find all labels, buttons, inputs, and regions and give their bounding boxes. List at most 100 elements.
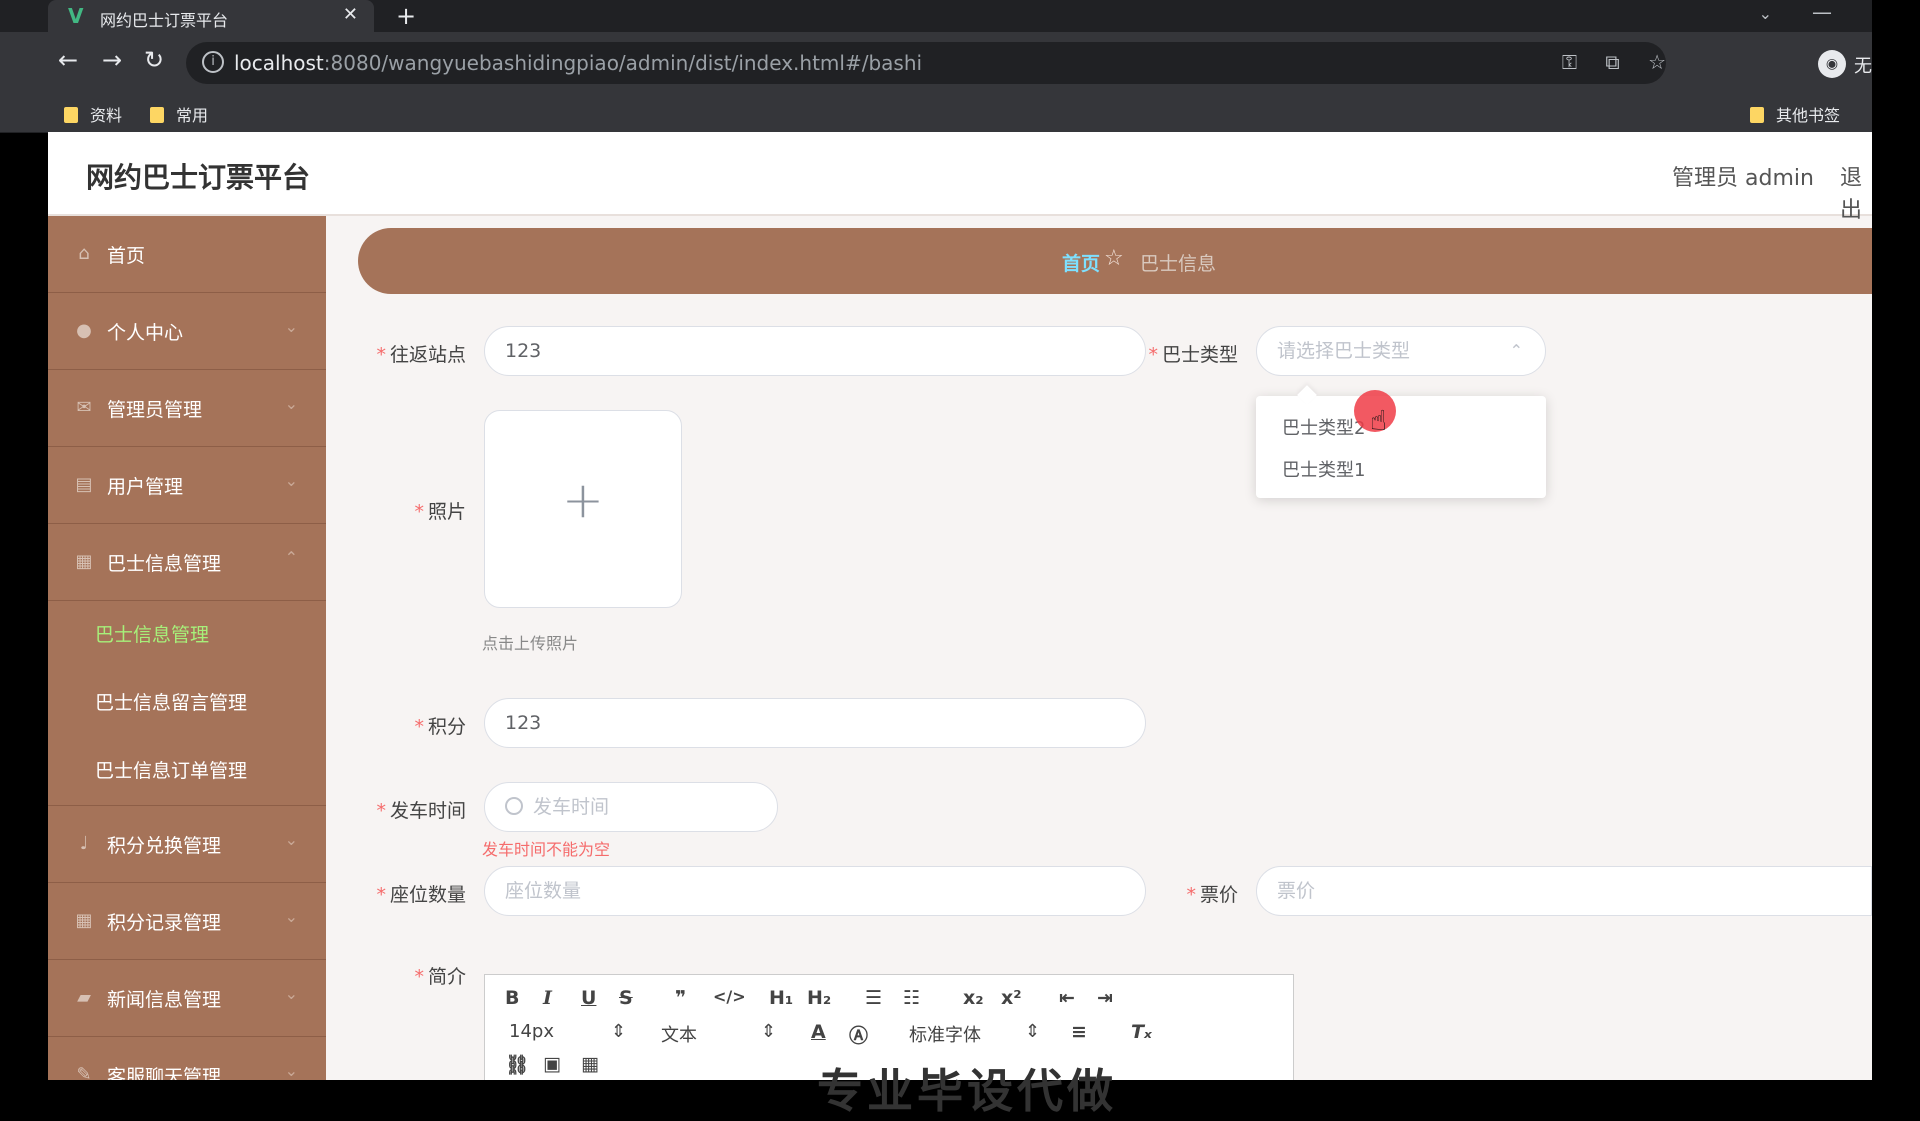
depart-time-label: * 发车时间 — [376, 800, 466, 822]
superscript-icon[interactable]: x² — [1001, 987, 1022, 1009]
submenu-item-bus-info[interactable]: 巴士信息管理 — [48, 601, 326, 669]
submenu-item-bus-orders[interactable]: 巴士信息订单管理 — [48, 737, 326, 805]
sidebar-item-bus-info[interactable]: ▦ 巴士信息管理 ⌃ — [48, 524, 326, 601]
back-icon[interactable]: ← — [58, 46, 78, 74]
video-icon[interactable]: ▦ — [581, 1053, 599, 1075]
bookmark-folder[interactable]: 常用 — [150, 102, 208, 126]
user-icon: ● — [76, 320, 92, 341]
heading2-icon[interactable]: H₂ — [807, 987, 831, 1009]
chevron-up-icon: ⌃ — [284, 548, 298, 567]
price-input[interactable]: 票价 — [1256, 866, 1872, 916]
upload-tip: 点击上传照片 — [482, 634, 579, 653]
bus-type-option[interactable]: 巴士类型1 — [1282, 456, 1365, 482]
new-tab-icon[interactable]: + — [396, 2, 416, 30]
station-input[interactable]: 123 — [484, 326, 1146, 376]
points-input[interactable]: 123 — [484, 698, 1146, 748]
underline-icon[interactable]: U — [581, 987, 596, 1009]
tab-search-chevron-icon[interactable]: ⌄ — [1759, 4, 1772, 23]
vue-logo-icon: V — [68, 4, 84, 28]
station-label: * 往返站点 — [376, 344, 466, 366]
sidebar-item-chat[interactable]: ✎ 客服聊天管理 ⌄ — [48, 1037, 326, 1080]
site-info-icon[interactable]: i — [202, 51, 224, 73]
format-select[interactable]: 文本 — [661, 1021, 697, 1047]
submenu-item-bus-comments[interactable]: 巴士信息留言管理 — [48, 669, 326, 737]
other-bookmarks[interactable]: 其他书签 — [1750, 102, 1840, 126]
font-family-select[interactable]: 标准字体 — [909, 1021, 981, 1047]
rich-text-editor: B I U S ❞ </> H₁ H₂ ☰ ☷ x₂ x² ⇤ ⇥ 14px ⇕… — [484, 974, 1294, 1118]
font-size-select[interactable]: 14px — [509, 1021, 554, 1042]
align-icon[interactable]: ≡ — [1071, 1021, 1087, 1043]
plus-icon: + — [562, 471, 604, 529]
bold-icon[interactable]: B — [505, 987, 519, 1009]
subscript-icon[interactable]: x₂ — [963, 987, 984, 1009]
bullet-list-icon[interactable]: ☷ — [903, 987, 920, 1009]
profile-label[interactable]: 无 — [1854, 52, 1872, 78]
address-bar[interactable]: i localhost:8080/wangyuebashidingpiao/ad… — [186, 42, 1666, 84]
select-arrows-icon: ⇕ — [611, 1021, 627, 1042]
chevron-down-icon: ⌄ — [284, 394, 298, 413]
chat-icon: ✎ — [76, 1064, 92, 1081]
blockquote-icon[interactable]: ❞ — [675, 987, 686, 1009]
select-arrows-icon: ⇕ — [1025, 1021, 1041, 1042]
editor-toolbar-row: B I U S ❞ </> H₁ H₂ ☰ ☷ x₂ x² ⇤ ⇥ — [485, 987, 1293, 1021]
chevron-down-icon: ⌄ — [284, 1061, 298, 1080]
bus-type-label: * 巴士类型 — [1148, 344, 1238, 366]
sidebar-item-users[interactable]: ▤ 用户管理 ⌄ — [48, 447, 326, 524]
bookmark-folder[interactable]: 资料 — [64, 102, 122, 126]
editor-content[interactable]: 专业毕设代做 — [817, 1055, 1117, 1121]
sidebar-item-home[interactable]: ⌂ 首页 — [48, 216, 326, 293]
minimize-icon[interactable]: — — [1812, 0, 1832, 24]
bookmark-star-icon[interactable]: ☆ — [1648, 50, 1666, 74]
forward-icon[interactable]: → — [102, 46, 122, 74]
seats-label: * 座位数量 — [376, 884, 466, 906]
tab-title: 网约巴士订票平台 — [100, 11, 229, 30]
photo-upload[interactable]: + — [484, 410, 682, 608]
breadcrumb-home[interactable]: 首页 — [1062, 249, 1100, 276]
indent-icon[interactable]: ⇥ — [1097, 987, 1113, 1009]
italic-icon[interactable]: I — [543, 987, 552, 1009]
chevron-down-icon: ⌄ — [284, 317, 298, 336]
outdent-icon[interactable]: ⇤ — [1059, 987, 1075, 1009]
font-color-icon[interactable]: A — [811, 1021, 826, 1043]
bus-type-option[interactable]: 巴士类型2 — [1282, 414, 1365, 440]
link-icon[interactable]: ⛓ — [505, 1053, 529, 1076]
clear-format-icon[interactable]: Tₓ — [1131, 1021, 1152, 1043]
translate-icon[interactable]: ⧉ — [1605, 50, 1619, 74]
heading1-icon[interactable]: H₁ — [769, 987, 793, 1009]
code-icon[interactable]: </> — [713, 987, 746, 1006]
sidebar-item-points-record[interactable]: ▦ 积分记录管理 ⌄ — [48, 883, 326, 960]
folder-icon — [150, 107, 164, 123]
folder-icon — [64, 107, 78, 123]
ordered-list-icon[interactable]: ☰ — [865, 987, 882, 1009]
key-icon[interactable]: ⚿ — [1562, 50, 1577, 74]
sidebar-item-points-exchange[interactable]: ♩ 积分兑换管理 ⌄ — [48, 806, 326, 883]
incognito-avatar-icon[interactable]: ◉ — [1818, 50, 1846, 78]
clipboard-icon: ▤ — [75, 474, 93, 495]
bookmarks-bar: 资料 常用 其他书签 — [0, 94, 1872, 133]
star-icon: ☆ — [1104, 246, 1124, 271]
sidebar-item-admin[interactable]: ✉ 管理员管理 ⌄ — [48, 370, 326, 447]
sidebar-item-news[interactable]: ▰ 新闻信息管理 ⌄ — [48, 960, 326, 1037]
strikethrough-icon[interactable]: S — [619, 987, 633, 1009]
background-color-icon[interactable]: Ⓐ — [849, 1021, 868, 1048]
depart-time-input[interactable]: 发车时间 — [484, 782, 778, 832]
app: 网约巴士订票平台 管理员 admin 退出 ⌂ 首页 ● 个人中心 ⌄ ✉ 管理… — [48, 132, 1872, 1080]
seats-input[interactable]: 座位数量 — [484, 866, 1146, 916]
image-icon[interactable]: ▣ — [543, 1053, 561, 1075]
tab-close-icon[interactable]: ✕ — [343, 4, 358, 25]
url-text: localhost:8080/wangyuebashidingpiao/admi… — [234, 51, 923, 75]
bus-type-select[interactable]: 请选择巴士类型 ⌃ — [1256, 326, 1546, 376]
sidebar-item-profile[interactable]: ● 个人中心 ⌄ — [48, 293, 326, 370]
chevron-down-icon: ⌄ — [284, 471, 298, 490]
browser-tab[interactable]: V 网约巴士订票平台 ✕ — [48, 0, 374, 32]
logout-link[interactable]: 退出 — [1840, 160, 1872, 224]
intro-label: * 简介 — [414, 966, 466, 988]
reload-icon[interactable]: ↻ — [144, 46, 164, 74]
browser-toolbar: ← → ↻ i localhost:8080/wangyuebashidingp… — [0, 32, 1872, 94]
clock-icon — [505, 797, 523, 815]
select-arrows-icon: ⇕ — [761, 1021, 777, 1042]
browser-tab-bar: V 网约巴士订票平台 ✕ + ⌄ — — [0, 0, 1872, 32]
depart-time-error: 发车时间不能为空 — [482, 840, 611, 859]
mail-icon: ✉ — [76, 397, 92, 418]
breadcrumb-current: 巴士信息 — [1140, 253, 1217, 275]
